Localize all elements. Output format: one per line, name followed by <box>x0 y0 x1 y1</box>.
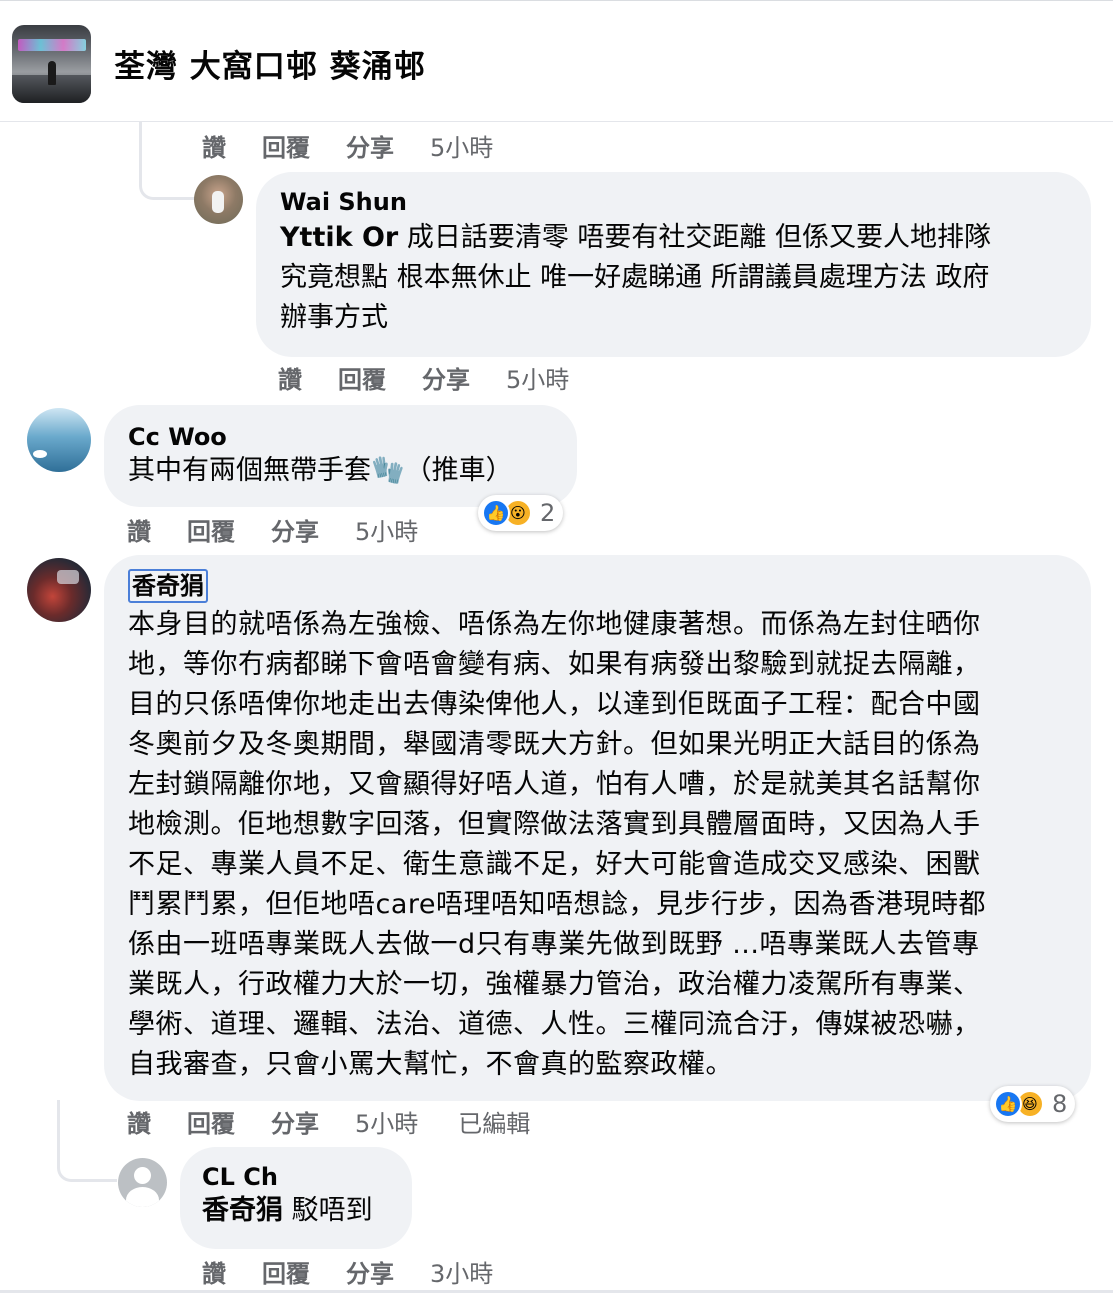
avatar[interactable] <box>27 558 91 622</box>
comment-author[interactable]: 香奇狷 <box>128 569 1067 603</box>
comment-text: 香奇狷 駁唔到 <box>202 1195 373 1226</box>
comment-time[interactable]: 5小時 <box>355 1104 418 1139</box>
comment-bubble: Cc Woo 其中有兩個無帶手套🧤（推車） <box>104 405 577 507</box>
share-button[interactable]: 分享 <box>422 360 470 395</box>
comment-actions: 讚 回覆 分享 5小時 <box>278 360 609 395</box>
reply-button[interactable]: 回覆 <box>262 1254 310 1289</box>
like-button[interactable]: 讚 <box>202 128 226 163</box>
comment-actions: 讚 回覆 分享 5小時 已編輯 <box>127 1104 570 1139</box>
like-reaction-icon: 👍 <box>994 1090 1022 1118</box>
share-button[interactable]: 分享 <box>346 1254 394 1289</box>
thread-connector <box>57 1100 117 1182</box>
comment-time[interactable]: 5小時 <box>355 512 418 547</box>
reaction-summary[interactable]: 👍 😆 8 <box>990 1086 1076 1122</box>
comment-time[interactable]: 5小時 <box>430 128 493 163</box>
like-button[interactable]: 讚 <box>127 512 151 547</box>
comment-actions: 讚 回覆 分享 5小時 <box>202 128 533 163</box>
group-title[interactable]: 荃灣 大窩口邨 葵涌邨 <box>114 41 426 86</box>
reaction-count: 2 <box>540 499 556 527</box>
mention-link[interactable]: Yttik Or <box>280 222 398 253</box>
comment-author[interactable]: Cc Woo <box>128 423 553 451</box>
default-avatar-icon[interactable] <box>118 1158 167 1207</box>
mention-link[interactable]: 香奇狷 <box>202 1195 283 1226</box>
group-avatar[interactable] <box>12 25 91 103</box>
avatar-detail <box>57 570 79 584</box>
share-button[interactable]: 分享 <box>346 128 394 163</box>
share-button[interactable]: 分享 <box>271 512 319 547</box>
reaction-count: 8 <box>1052 1090 1068 1118</box>
comment-time[interactable]: 5小時 <box>506 360 569 395</box>
comment-actions: 讚 回覆 分享 5小時 <box>127 512 458 547</box>
gloves-icon: 🧤 <box>371 455 405 486</box>
avatar-figure <box>212 191 224 213</box>
reply-button[interactable]: 回覆 <box>338 360 386 395</box>
edited-label[interactable]: 已編輯 <box>458 1104 530 1139</box>
reply-button[interactable]: 回覆 <box>187 1104 235 1139</box>
share-button[interactable]: 分享 <box>271 1104 319 1139</box>
avatar[interactable] <box>194 175 243 224</box>
comment-author[interactable]: CL Ch <box>202 1163 390 1191</box>
reply-button[interactable]: 回覆 <box>262 128 310 163</box>
group-header: 荃灣 大窩口邨 葵涌邨 <box>0 0 1113 122</box>
like-button[interactable]: 讚 <box>127 1104 151 1139</box>
comment-bubble: 香奇狷 本身目的就唔係為左強檢、唔係為左你地健康著想。而係為左封住晒你 地，等你… <box>104 555 1091 1101</box>
like-reaction-icon: 👍 <box>482 499 510 527</box>
comment-time[interactable]: 3小時 <box>430 1254 493 1289</box>
comment-text: Yttik Or 成日話要清零 唔要有社交距離 但係又要人地排隊 究竟想點 根本… <box>280 222 992 333</box>
comment-bubble: CL Ch 香奇狷 駁唔到 <box>180 1147 412 1249</box>
comment-bubble: Wai Shun Yttik Or 成日話要清零 唔要有社交距離 但係又要人地排… <box>256 172 1091 357</box>
avatar-bird <box>33 450 47 458</box>
thread-connector <box>139 160 199 200</box>
comment-text: 本身目的就唔係為左強檢、唔係為左你地健康著想。而係為左封住晒你 地，等你冇病都睇… <box>128 609 987 1080</box>
comment-author[interactable]: Wai Shun <box>280 188 1067 216</box>
reply-button[interactable]: 回覆 <box>187 512 235 547</box>
comment-text: 其中有兩個無帶手套🧤（推車） <box>128 455 513 486</box>
reaction-summary[interactable]: 👍 😮 2 <box>478 495 564 531</box>
like-button[interactable]: 讚 <box>202 1254 226 1289</box>
like-button[interactable]: 讚 <box>278 360 302 395</box>
comment-actions: 讚 回覆 分享 3小時 <box>202 1254 533 1289</box>
avatar[interactable] <box>27 408 91 472</box>
